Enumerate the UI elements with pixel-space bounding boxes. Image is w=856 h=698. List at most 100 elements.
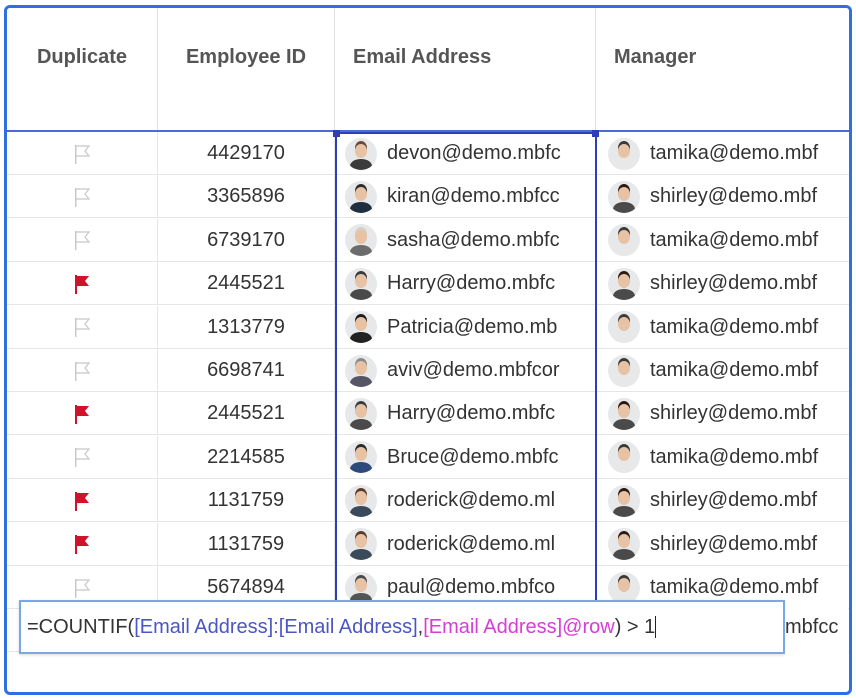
manager-cell[interactable]: shirley@demo.mbf: [596, 175, 849, 218]
table-row[interactable]: 2214585 Bruce@demo.mbfc tamika@demo.mbf: [7, 435, 849, 479]
employee-id-cell[interactable]: 6739170: [158, 218, 335, 262]
table-row[interactable]: 1131759 roderick@demo.ml shirley@demo.mbf: [7, 479, 849, 523]
employee-id-cell[interactable]: 4429170: [158, 132, 335, 175]
flag-active-icon[interactable]: [7, 479, 158, 523]
manager-cell[interactable]: tamika@demo.mbf: [596, 436, 849, 479]
email-text: Patricia@demo.mb: [387, 315, 558, 338]
manager-text: tamika@demo.mbf: [650, 576, 819, 598]
person-avatar: [345, 571, 377, 604]
formula-overflow-cell-text: mbfcc: [785, 600, 848, 654]
person-avatar: [345, 224, 377, 257]
formula-prefix: =COUNTIF(: [27, 615, 135, 638]
manager-text: shirley@demo.mbf: [650, 532, 818, 555]
employee-id-cell[interactable]: 6698741: [158, 349, 335, 392]
email-text: aviv@demo.mbfcor: [387, 359, 560, 381]
email-cell[interactable]: sasha@demo.mbfc: [335, 218, 596, 262]
manager-cell[interactable]: shirley@demo.mbf: [596, 392, 849, 435]
formula-range-ref: [Email Address]:[Email Address]: [134, 615, 418, 638]
person-avatar: [345, 528, 377, 561]
person-avatar: [345, 441, 377, 474]
email-cell[interactable]: Patricia@demo.mb: [335, 305, 596, 349]
table-row[interactable]: 3365896 kiran@demo.mbfcc shirley@demo.mbf: [7, 175, 849, 219]
email-text: kiran@demo.mbfcc: [387, 185, 560, 208]
manager-cell[interactable]: shirley@demo.mbf: [596, 479, 849, 522]
employee-id-cell[interactable]: 3365896: [158, 175, 335, 219]
person-avatar: [345, 484, 377, 517]
flag-outline-icon[interactable]: [7, 435, 158, 479]
person-avatar: [608, 571, 640, 604]
flag-active-icon[interactable]: [7, 262, 158, 306]
email-cell[interactable]: roderick@demo.ml: [335, 522, 596, 566]
person-avatar: [608, 224, 640, 257]
person-avatar: [345, 267, 377, 300]
table-row[interactable]: 1313779 Patricia@demo.mb tamika@demo.mbf: [7, 305, 849, 349]
manager-text: tamika@demo.mbf: [650, 445, 819, 468]
email-text: devon@demo.mbfc: [387, 142, 561, 164]
email-cell[interactable]: Harry@demo.mbfc: [335, 262, 596, 306]
email-text: roderick@demo.ml: [387, 532, 556, 555]
person-avatar: [608, 441, 640, 474]
manager-text: tamika@demo.mbf: [650, 228, 819, 251]
flag-outline-icon[interactable]: [7, 218, 158, 262]
manager-text: tamika@demo.mbf: [650, 315, 819, 338]
employee-id-cell[interactable]: 1313779: [158, 305, 335, 349]
email-text: Bruce@demo.mbfc: [387, 445, 559, 468]
manager-text: tamika@demo.mbf: [650, 359, 819, 381]
person-avatar: [608, 137, 640, 170]
manager-text: shirley@demo.mbf: [650, 402, 818, 425]
email-cell[interactable]: kiran@demo.mbfcc: [335, 175, 596, 219]
manager-text: shirley@demo.mbf: [650, 272, 818, 295]
person-avatar: [608, 397, 640, 430]
flag-outline-icon[interactable]: [7, 175, 158, 219]
table-row[interactable]: 2445521 Harry@demo.mbfc shirley@demo.mbf: [7, 262, 849, 306]
flag-outline-icon[interactable]: [7, 305, 158, 349]
column-header-manager[interactable]: Manager: [596, 8, 849, 130]
email-text: paul@demo.mbfco: [387, 576, 556, 598]
formula-editor[interactable]: =COUNTIF([Email Address]:[Email Address]…: [19, 600, 785, 654]
flag-active-icon[interactable]: [7, 392, 158, 436]
person-avatar: [345, 397, 377, 430]
manager-cell[interactable]: tamika@demo.mbf: [596, 306, 849, 349]
sheet-grid: Duplicate Employee ID Email Address Mana…: [4, 5, 852, 695]
table-row[interactable]: 4429170 devon@demo.mbfc tamika@demo.mbf: [7, 132, 849, 175]
manager-text: shirley@demo.mbf: [650, 185, 818, 208]
table-row[interactable]: 6698741 aviv@demo.mbfcor tamika@demo.mbf: [7, 349, 849, 392]
manager-cell[interactable]: tamika@demo.mbf: [596, 349, 849, 392]
email-text: sasha@demo.mbfc: [387, 228, 560, 251]
employee-id-cell[interactable]: 2445521: [158, 392, 335, 436]
email-cell[interactable]: roderick@demo.ml: [335, 479, 596, 523]
email-text: Harry@demo.mbfc: [387, 402, 556, 425]
manager-cell[interactable]: tamika@demo.mbf: [596, 132, 849, 175]
table-row[interactable]: 2445521 Harry@demo.mbfc shirley@demo.mbf: [7, 392, 849, 436]
formula-suffix: ) > 1: [614, 615, 656, 638]
email-text: roderick@demo.ml: [387, 489, 556, 512]
email-cell[interactable]: Bruce@demo.mbfc: [335, 435, 596, 479]
email-cell[interactable]: Harry@demo.mbfc: [335, 392, 596, 436]
person-avatar: [608, 528, 640, 561]
email-text: Harry@demo.mbfc: [387, 272, 556, 295]
column-header-duplicate[interactable]: Duplicate: [7, 8, 158, 130]
text-cursor: [655, 616, 657, 638]
table-row[interactable]: 1131759 roderick@demo.ml shirley@demo.mbf: [7, 522, 849, 566]
employee-id-cell[interactable]: 2214585: [158, 435, 335, 479]
manager-cell[interactable]: shirley@demo.mbf: [596, 523, 849, 566]
employee-id-cell[interactable]: 2445521: [158, 262, 335, 306]
manager-cell[interactable]: shirley@demo.mbf: [596, 262, 849, 305]
employee-id-cell[interactable]: 1131759: [158, 522, 335, 566]
manager-text: tamika@demo.mbf: [650, 142, 819, 164]
manager-cell[interactable]: tamika@demo.mbf: [596, 219, 849, 262]
person-avatar: [608, 354, 640, 387]
column-header-employee-id[interactable]: Employee ID: [158, 8, 335, 130]
email-cell[interactable]: aviv@demo.mbfcor: [335, 349, 596, 392]
flag-active-icon[interactable]: [7, 522, 158, 566]
person-avatar: [608, 267, 640, 300]
email-cell[interactable]: devon@demo.mbfc: [335, 132, 596, 175]
flag-outline-icon[interactable]: [7, 132, 158, 175]
manager-text: shirley@demo.mbf: [650, 489, 818, 512]
person-avatar: [608, 311, 640, 344]
person-avatar: [608, 484, 640, 517]
column-header-email[interactable]: Email Address: [335, 8, 596, 130]
employee-id-cell[interactable]: 1131759: [158, 479, 335, 523]
flag-outline-icon[interactable]: [7, 349, 158, 392]
table-row[interactable]: 6739170 sasha@demo.mbfc tamika@demo.mbf: [7, 218, 849, 262]
